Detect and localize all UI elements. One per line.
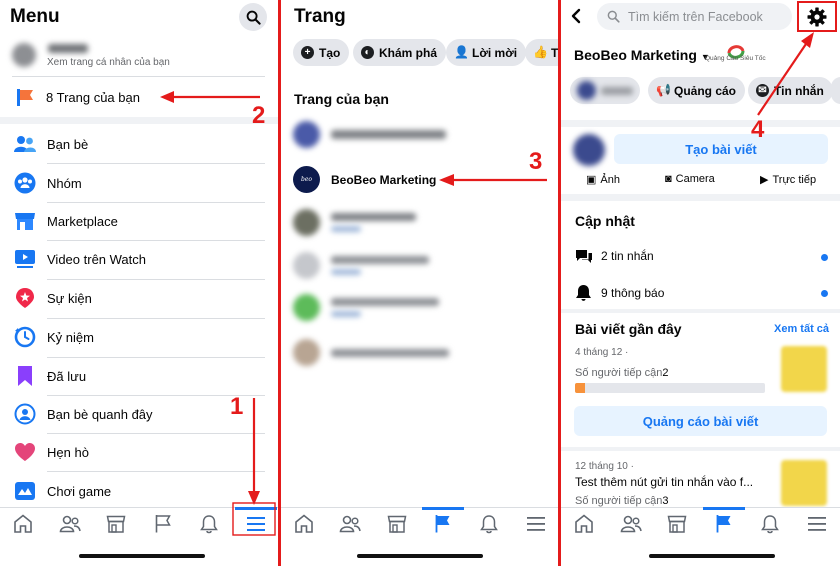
page-admin-panel: Tìm kiếm trên Facebook BeoBeo Marketing …: [561, 0, 840, 566]
menu-panel: Menu Xem trang cá nhân của bạn 8 Trang c…: [0, 0, 279, 566]
pages-panel: Trang +Tạo ◐Khám phá 👤Lời mời 👍Th Trang …: [281, 0, 559, 566]
annotation-arrow: [439, 174, 547, 186]
step-number-1: 1: [230, 393, 244, 420]
step-number-3: 3: [529, 148, 543, 175]
annotation-arrows: [160, 91, 276, 536]
annotation-arrow: [757, 32, 814, 116]
step-number-2: 2: [252, 102, 266, 129]
step-number-4: 4: [751, 116, 765, 143]
